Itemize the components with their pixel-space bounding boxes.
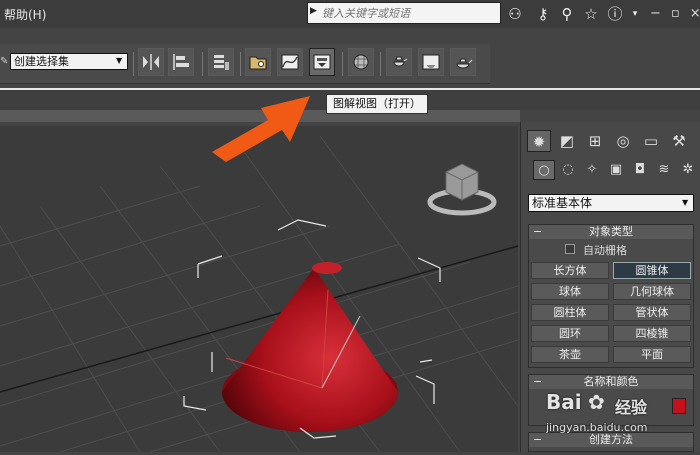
viewcube[interactable] <box>427 163 497 216</box>
watermark-text: 经验 <box>615 398 648 417</box>
edit-named-selection-icon[interactable]: ✎ <box>0 56 8 67</box>
rollout-title: 名称和颜色 <box>583 375 639 388</box>
teapot-button[interactable]: 茶壶 <box>531 346 609 363</box>
shapes-category-icon[interactable]: ◌ <box>557 160 579 180</box>
viewport-scene <box>0 135 519 453</box>
autogrid-label: 自动栅格 <box>583 244 627 257</box>
geosphere-button[interactable]: 几何球体 <box>613 283 691 300</box>
chevron-down-icon[interactable]: ▼ <box>682 198 688 207</box>
motion-tab-icon[interactable]: ◎ <box>611 130 635 152</box>
scene-explorer-button[interactable] <box>245 48 271 76</box>
plane-button[interactable]: 平面 <box>613 346 691 363</box>
cone-button[interactable]: 圆锥体 <box>613 262 691 279</box>
space-warps-category-icon[interactable]: ≋ <box>653 160 675 180</box>
watermark-url: jingyan.baidu.com <box>546 421 648 434</box>
rollout-header[interactable]: − 对象类型 <box>529 225 693 239</box>
schematic-view-icon <box>313 54 331 70</box>
material-editor-icon <box>353 54 369 70</box>
satellite-icon[interactable]: ⚲ <box>556 4 578 24</box>
selection-set-dropdown[interactable]: 创建选择集 <box>10 53 128 70</box>
lights-category-icon[interactable]: ✧ <box>581 160 603 180</box>
layers-icon <box>214 55 229 70</box>
teapot-render-icon <box>456 58 473 69</box>
collapse-icon[interactable]: − <box>533 225 542 239</box>
hierarchy-tab-icon[interactable]: ⊞ <box>583 130 607 152</box>
sphere-button[interactable]: 球体 <box>531 283 609 300</box>
display-tab-icon[interactable]: ▭ <box>639 130 663 152</box>
help-dropdown-icon[interactable]: ▾ <box>624 4 646 24</box>
object-color-swatch[interactable] <box>672 398 686 414</box>
utilities-tab-icon[interactable]: ⚒ <box>667 130 691 152</box>
menu-help[interactable]: 帮助(H) <box>4 6 46 23</box>
favorites-star-icon[interactable]: ☆ <box>580 4 602 24</box>
perspective-viewport[interactable] <box>0 126 519 453</box>
rollout-title: 创建方法 <box>589 433 633 446</box>
create-tab-icon[interactable]: ✹ <box>527 130 551 152</box>
search-expand-icon[interactable]: ▶ <box>310 6 317 16</box>
geometry-category-icon[interactable]: ○ <box>533 160 555 180</box>
box-button[interactable]: 长方体 <box>531 262 609 279</box>
search-input[interactable] <box>322 4 498 22</box>
cylinder-button[interactable]: 圆柱体 <box>531 304 609 321</box>
teapot-icon <box>393 56 408 67</box>
curve-editor-icon <box>281 54 299 70</box>
schematic-view-button[interactable] <box>309 48 335 76</box>
helpers-category-icon[interactable]: ◘ <box>629 160 651 180</box>
frame-window-icon <box>422 54 440 70</box>
mirror-icon <box>143 54 159 70</box>
annotation-arrow <box>212 96 310 162</box>
systems-category-icon[interactable]: ✲ <box>677 160 699 180</box>
autogrid-checkbox[interactable] <box>565 244 575 254</box>
render-production-button[interactable] <box>450 48 476 76</box>
toolbar-separator <box>133 52 134 76</box>
layer-manager-button[interactable] <box>208 48 234 76</box>
modify-tab-icon[interactable]: ◩ <box>555 130 579 152</box>
pyramid-button[interactable]: 四棱锥 <box>613 325 691 342</box>
curve-editor-button[interactable] <box>277 48 303 76</box>
key-icon[interactable]: ⚷ <box>532 4 554 24</box>
paw-icon: ✿ <box>588 390 605 414</box>
creation-method-rollout: − 创建方法 <box>528 432 694 452</box>
rendered-frame-window-button[interactable] <box>418 48 444 76</box>
collapse-icon[interactable]: − <box>533 375 542 389</box>
render-setup-button[interactable] <box>386 48 412 76</box>
window-controls[interactable]: −▫× <box>650 6 700 21</box>
tooltip: 图解视图（打开） <box>326 94 428 114</box>
align-icon <box>173 54 189 70</box>
align-button[interactable] <box>168 48 194 76</box>
toolbar-separator <box>380 52 381 76</box>
help-icon[interactable]: ⓘ <box>604 4 626 24</box>
baidu-logo: Bai <box>546 390 582 414</box>
primitive-type-dropdown[interactable]: 标准基本体 <box>528 194 694 212</box>
toolbar-separator <box>240 52 241 76</box>
tube-button[interactable]: 管状体 <box>613 304 691 321</box>
folder-icon <box>249 56 267 70</box>
toolbar-separator <box>342 52 343 76</box>
rollout-header[interactable]: − 创建方法 <box>529 433 693 447</box>
collapse-icon[interactable]: − <box>533 433 542 447</box>
material-editor-button[interactable] <box>348 48 374 76</box>
torus-button[interactable]: 圆环 <box>531 325 609 342</box>
mirror-button[interactable] <box>138 48 164 76</box>
toolbar-separator <box>202 52 203 76</box>
rollout-header[interactable]: − 名称和颜色 <box>529 375 693 389</box>
chevron-down-icon[interactable]: ▼ <box>116 56 122 65</box>
rollout-title: 对象类型 <box>589 225 633 238</box>
cameras-category-icon[interactable]: ▣ <box>605 160 627 180</box>
binoculars-icon[interactable]: ⚇ <box>504 4 526 24</box>
object-type-rollout: − 对象类型 自动栅格 长方体 圆锥体 球体 几何球体 圆柱体 管状体 圆环 四… <box>528 224 694 368</box>
